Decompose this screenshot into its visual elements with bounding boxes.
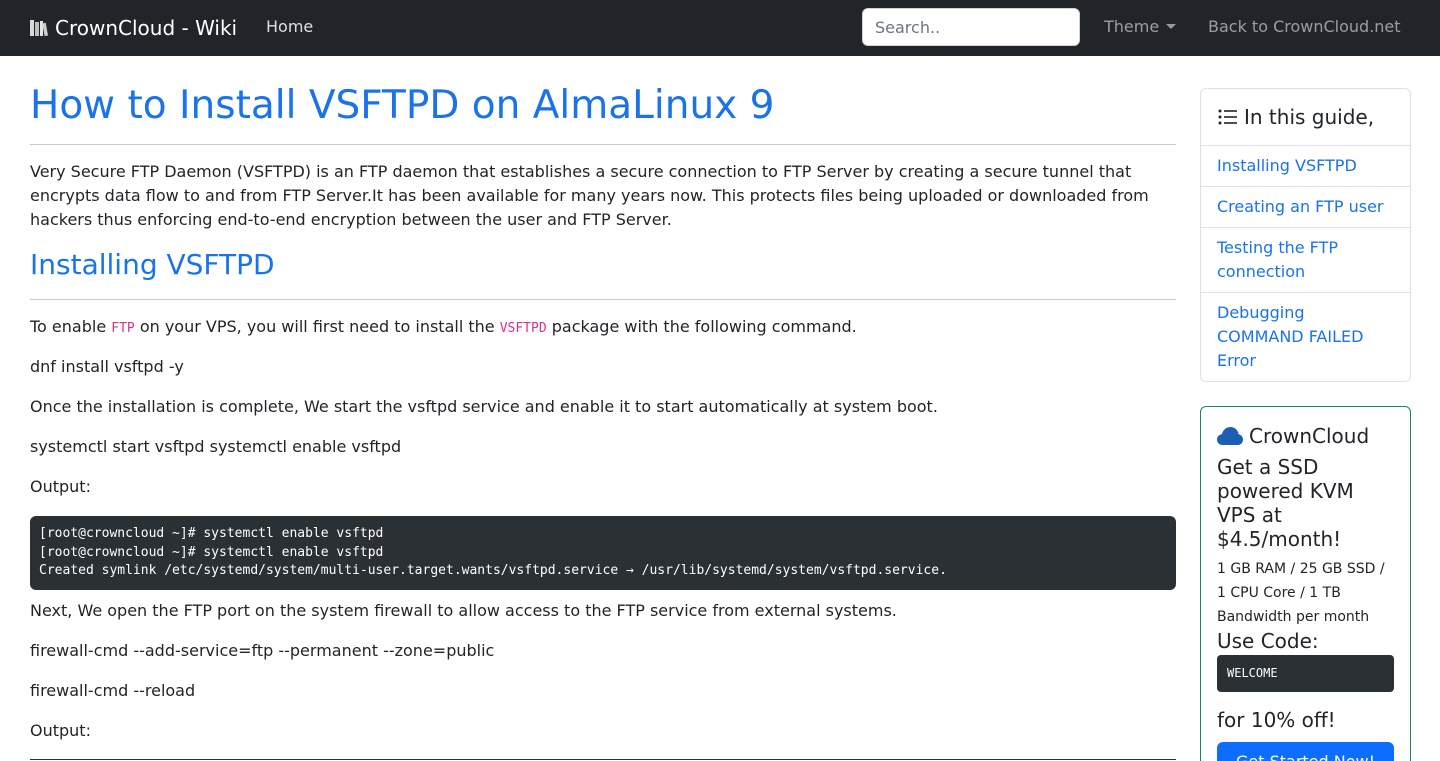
toc-link-creating-ftp-user[interactable]: Creating an FTP user [1201, 187, 1410, 228]
output-label: Output: [30, 721, 91, 740]
title-divider [30, 144, 1176, 145]
theme-dropdown[interactable]: Theme [1104, 17, 1177, 36]
back-to-site-link[interactable]: Back to CrownCloud.net [1208, 17, 1401, 36]
start-command: systemctl start vsftpd systemctl enable … [30, 437, 402, 456]
page-title: How to Install VSFTPD on AlmaLinux 9 [30, 83, 775, 128]
chevron-down-icon [1166, 24, 1177, 29]
get-started-button[interactable]: Get Started Now! [1217, 742, 1394, 761]
enable-text-1: To enable [30, 317, 112, 336]
brand-text: CrownCloud - Wiki [55, 16, 238, 40]
output-label: Output: [30, 477, 91, 496]
after-install-paragraph: Once the installation is complete, We st… [30, 397, 938, 416]
search-input[interactable] [862, 8, 1080, 46]
terminal-output-block: [root@crowncloud ~]# systemctl enable vs… [30, 516, 1176, 590]
promo-specs: 1 GB RAM / 25 GB SSD / 1 CPU Core / 1 TB… [1217, 561, 1385, 625]
terminal-line: Created symlink /etc/systemd/system/mult… [39, 563, 947, 578]
toc-link-debugging-error[interactable]: Debugging COMMAND FAILED Error [1201, 293, 1410, 381]
theme-label: Theme [1104, 17, 1160, 36]
promo-code: WELCOME [1217, 655, 1394, 692]
promo-discount: for 10% off! [1217, 708, 1336, 732]
terminal-line: [root@crowncloud ~]# systemctl enable vs… [39, 526, 384, 541]
enable-text-2: on your VPS, you will first need to inst… [134, 317, 500, 336]
toc-header: In this guide, [1201, 89, 1410, 146]
promo-code-label: Use Code: [1217, 629, 1319, 653]
terminal-line: [root@crowncloud ~]# systemctl enable vs… [39, 544, 384, 560]
inline-code-vsftpd: VSFTPD [499, 321, 547, 336]
install-command: dnf install vsftpd -y [30, 357, 184, 376]
enable-text-3: package with the following command. [546, 317, 857, 336]
section-heading-installing: Installing VSFTPD [30, 248, 275, 281]
firewall-command-add: firewall-cmd --add-service=ftp --permane… [30, 641, 495, 660]
table-of-contents: In this guide, Installing VSFTPD Creatin… [1200, 88, 1411, 382]
toc-title: In this guide, [1244, 105, 1375, 129]
firewall-paragraph: Next, We open the FTP port on the system… [30, 601, 897, 620]
promo-headline: Get a SSD powered KVM VPS at $4.5/month! [1217, 455, 1354, 551]
toc-link-testing-connection[interactable]: Testing the FTP connection [1201, 228, 1410, 293]
cloud-icon [1217, 427, 1243, 445]
firewall-command-reload: firewall-cmd --reload [30, 681, 196, 700]
next-output-block-edge [30, 759, 1176, 760]
books-icon [29, 18, 49, 38]
nav-home-link[interactable]: Home [266, 17, 313, 36]
section-divider [30, 299, 1176, 300]
inline-code-ftp: FTP [111, 321, 135, 336]
promo-brand-text: CrownCloud [1249, 424, 1370, 448]
promo-brand: CrownCloud [1217, 423, 1394, 449]
enable-paragraph: To enable FTP on your VPS, you will firs… [30, 315, 857, 341]
list-icon [1218, 109, 1237, 125]
top-navbar: CrownCloud - Wiki Home Theme Back to Cro… [0, 0, 1440, 56]
toc-link-installing-vsftpd[interactable]: Installing VSFTPD [1201, 146, 1410, 187]
intro-paragraph: Very Secure FTP Daemon (VSFTPD) is an FT… [30, 162, 1149, 229]
promo-card: CrownCloud Get a SSD powered KVM VPS at … [1200, 406, 1411, 761]
brand-link[interactable]: CrownCloud - Wiki [29, 14, 237, 42]
